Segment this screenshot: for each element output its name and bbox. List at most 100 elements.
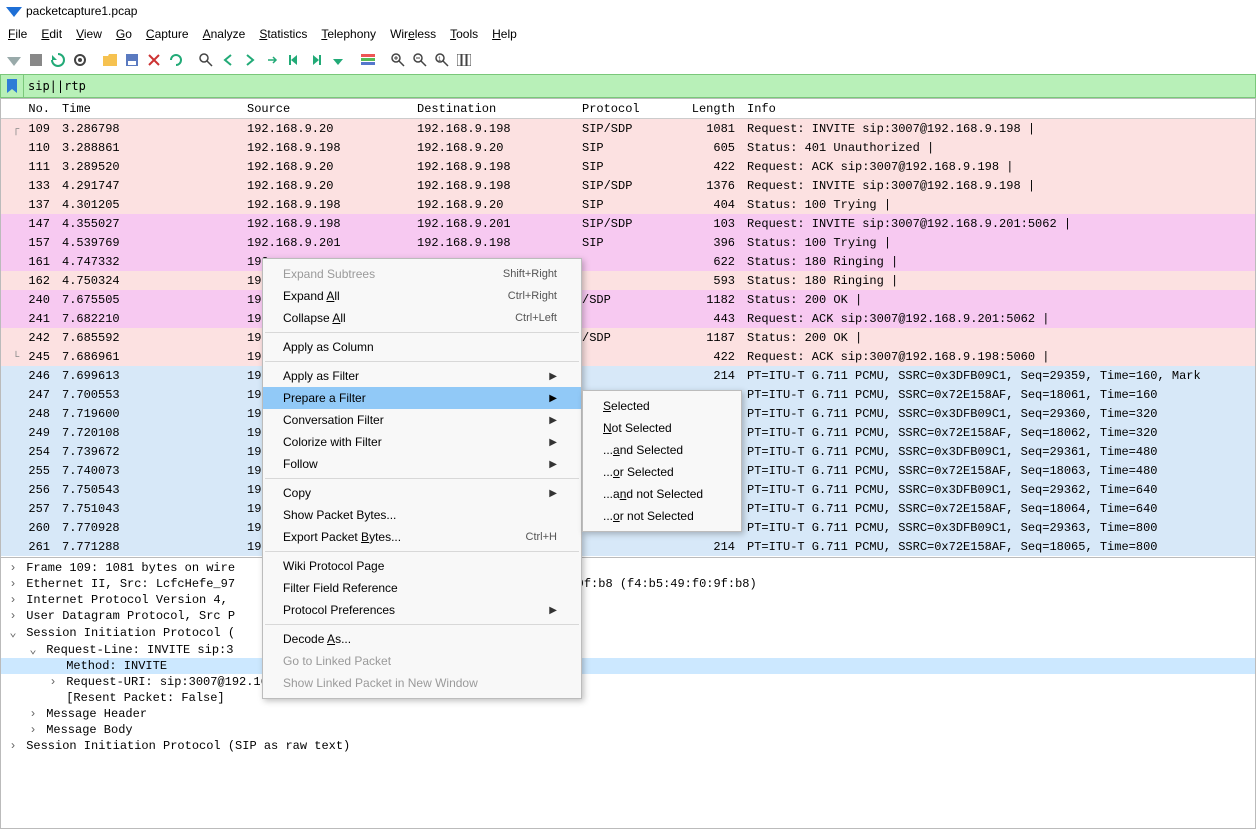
app-logo-icon xyxy=(6,3,22,19)
ctx-item[interactable]: Wiki Protocol Page xyxy=(263,555,581,577)
menu-edit[interactable]: Edit xyxy=(41,27,62,41)
menu-wireless[interactable]: Wireless xyxy=(390,27,436,41)
menu-view[interactable]: View xyxy=(76,27,102,41)
ctx-item[interactable]: Conversation Filter▶ xyxy=(263,409,581,431)
go-back-icon[interactable] xyxy=(218,50,238,70)
packet-row[interactable]: 2617.771288192214PT=ITU-T G.711 PCMU, SS… xyxy=(1,537,1255,556)
open-file-icon[interactable] xyxy=(100,50,120,70)
ctx-item[interactable]: Show Packet Bytes... xyxy=(263,504,581,526)
packet-row[interactable]: 2467.699613192214PT=ITU-T G.711 PCMU, SS… xyxy=(1,366,1255,385)
ctx-item: Expand SubtreesShift+Right xyxy=(263,263,581,285)
ctx-item[interactable]: Follow▶ xyxy=(263,453,581,475)
packet-row[interactable]: 1113.289520192.168.9.20192.168.9.198SIP4… xyxy=(1,157,1255,176)
ctx-item[interactable]: Decode As... xyxy=(263,628,581,650)
detail-line[interactable]: › Frame 109: 1081 bytes on wireits) xyxy=(1,560,1255,576)
display-filter-input[interactable] xyxy=(24,74,1256,98)
ctx-item: Go to Linked Packet xyxy=(263,650,581,672)
filter-bookmark-icon[interactable] xyxy=(0,74,24,98)
ctx-sub-item[interactable]: ...and not Selected xyxy=(583,483,741,505)
ctx-sub-item[interactable]: ...and Selected xyxy=(583,439,741,461)
col-destination[interactable]: Destination xyxy=(411,102,576,116)
window-title: packetcapture1.pcap xyxy=(26,4,137,18)
ctx-item[interactable]: Collapse AllCtrl+Left xyxy=(263,307,581,329)
detail-line[interactable]: [Resent Packet: False] xyxy=(1,690,1255,706)
packet-details-pane[interactable]: › Frame 109: 1081 bytes on wireits)› Eth… xyxy=(0,558,1256,829)
ctx-sub-item[interactable]: Not Selected xyxy=(583,417,741,439)
packet-row[interactable]: 1614.747332192622Status: 180 Ringing | xyxy=(1,252,1255,271)
ctx-item[interactable]: Filter Field Reference xyxy=(263,577,581,599)
ctx-sub-item[interactable]: ...or not Selected xyxy=(583,505,741,527)
col-no[interactable]: No. xyxy=(1,102,56,116)
go-forward-icon[interactable] xyxy=(240,50,260,70)
packet-row[interactable]: 1474.355027192.168.9.198192.168.9.201SIP… xyxy=(1,214,1255,233)
detail-line[interactable]: › User Datagram Protocol, Src P xyxy=(1,608,1255,624)
detail-line[interactable]: › Internet Protocol Version 4, xyxy=(1,592,1255,608)
col-length[interactable]: Length xyxy=(676,102,741,116)
detail-line[interactable]: › Message Header xyxy=(1,706,1255,722)
auto-scroll-icon[interactable] xyxy=(328,50,348,70)
context-menu[interactable]: Expand SubtreesShift+RightExpand AllCtrl… xyxy=(262,258,582,699)
menu-telephony[interactable]: Telephony xyxy=(321,27,376,41)
menu-capture[interactable]: Capture xyxy=(146,27,189,41)
packet-list-header[interactable]: No. Time Source Destination Protocol Len… xyxy=(1,99,1255,119)
ctx-item[interactable]: Prepare a Filter▶ xyxy=(263,387,581,409)
stop-capture-icon[interactable] xyxy=(26,50,46,70)
detail-line[interactable]: ⌄ Request-Line: INVITE sip:3 xyxy=(1,641,1255,658)
restart-capture-icon[interactable] xyxy=(48,50,68,70)
zoom-out-icon[interactable] xyxy=(410,50,430,70)
packet-row[interactable]: ┌ 1093.286798192.168.9.20192.168.9.198SI… xyxy=(1,119,1255,138)
detail-line[interactable]: › Message Body xyxy=(1,722,1255,738)
packet-row[interactable]: 1624.750324192593Status: 180 Ringing | xyxy=(1,271,1255,290)
col-time[interactable]: Time xyxy=(56,102,241,116)
capture-options-icon[interactable] xyxy=(70,50,90,70)
menu-analyze[interactable]: Analyze xyxy=(203,27,246,41)
packet-row[interactable]: 2407.675505192/SDP1182Status: 200 OK | xyxy=(1,290,1255,309)
ctx-item: Show Linked Packet in New Window xyxy=(263,672,581,694)
start-capture-icon[interactable] xyxy=(4,50,24,70)
ctx-item[interactable]: Protocol Preferences▶ xyxy=(263,599,581,621)
ctx-item[interactable]: Export Packet Bytes...Ctrl+H xyxy=(263,526,581,548)
menu-go[interactable]: Go xyxy=(116,27,132,41)
ctx-item[interactable]: Colorize with Filter▶ xyxy=(263,431,581,453)
ctx-sub-item[interactable]: ...or Selected xyxy=(583,461,741,483)
menu-bar[interactable]: File Edit View Go Capture Analyze Statistics Te… xyxy=(0,22,1256,46)
col-info[interactable]: Info xyxy=(741,102,1255,116)
menu-tools[interactable]: Tools xyxy=(450,27,478,41)
goto-last-icon[interactable] xyxy=(306,50,326,70)
zoom-reset-icon[interactable]: 1 xyxy=(432,50,452,70)
ctx-sub-item[interactable]: Selected xyxy=(583,395,741,417)
detail-line[interactable]: › Request-URI: sip:3007@192.168.9.198 xyxy=(1,674,1255,690)
zoom-in-icon[interactable] xyxy=(388,50,408,70)
menu-statistics[interactable]: Statistics xyxy=(259,27,307,41)
packet-row[interactable]: 1103.288861192.168.9.198192.168.9.20SIP6… xyxy=(1,138,1255,157)
ctx-item[interactable]: Apply as Column xyxy=(263,336,581,358)
ctx-item[interactable]: Expand AllCtrl+Right xyxy=(263,285,581,307)
ctx-item[interactable]: Copy▶ xyxy=(263,482,581,504)
col-protocol[interactable]: Protocol xyxy=(576,102,676,116)
colorize-icon[interactable] xyxy=(358,50,378,70)
packet-row[interactable]: 2417.682210192443Request: ACK sip:3007@1… xyxy=(1,309,1255,328)
reload-icon[interactable] xyxy=(166,50,186,70)
detail-line[interactable]: Method: INVITE xyxy=(1,658,1255,674)
packet-row[interactable]: 1574.539769192.168.9.201192.168.9.198SIP… xyxy=(1,233,1255,252)
menu-file[interactable]: File xyxy=(8,27,27,41)
detail-line[interactable]: ⌄ Session Initiation Protocol ( xyxy=(1,624,1255,641)
save-file-icon[interactable] xyxy=(122,50,142,70)
packet-row[interactable]: 2427.685592192/SDP1187Status: 200 OK | xyxy=(1,328,1255,347)
toolbar: 1 xyxy=(0,46,1256,74)
find-packet-icon[interactable] xyxy=(196,50,216,70)
ctx-item[interactable]: Apply as Filter▶ xyxy=(263,365,581,387)
close-file-icon[interactable] xyxy=(144,50,164,70)
menu-help[interactable]: Help xyxy=(492,27,517,41)
packet-row[interactable]: 1374.301205192.168.9.198192.168.9.20SIP4… xyxy=(1,195,1255,214)
context-submenu-prepare-filter[interactable]: SelectedNot Selected...and Selected...or… xyxy=(582,390,742,532)
detail-line[interactable]: › Session Initiation Protocol (SIP as ra… xyxy=(1,738,1255,754)
packet-row[interactable]: 1334.291747192.168.9.20192.168.9.198SIP/… xyxy=(1,176,1255,195)
resize-columns-icon[interactable] xyxy=(454,50,474,70)
display-filter-bar xyxy=(0,74,1256,98)
detail-line[interactable]: › Ethernet II, Src: LcfcHefe_97f0:9f:b8 … xyxy=(1,576,1255,592)
go-to-packet-icon[interactable] xyxy=(262,50,282,70)
packet-row[interactable]: └ 2457.686961192422Request: ACK sip:3007… xyxy=(1,347,1255,366)
col-source[interactable]: Source xyxy=(241,102,411,116)
goto-first-icon[interactable] xyxy=(284,50,304,70)
